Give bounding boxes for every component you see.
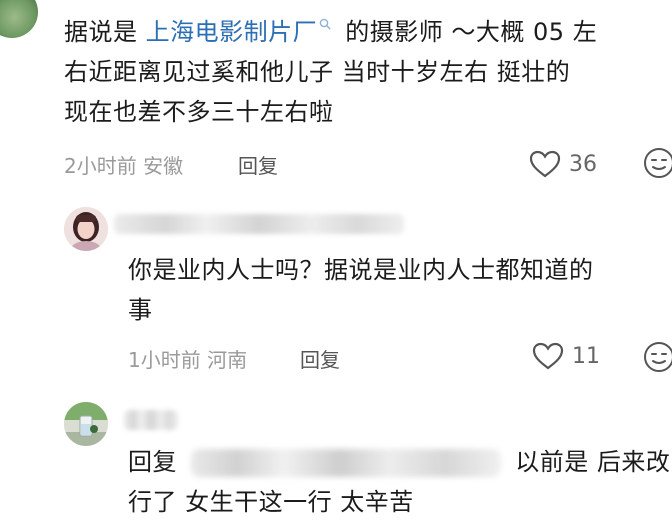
emoji-icon[interactable]: [642, 340, 672, 374]
avatar[interactable]: [0, 0, 38, 38]
avatar[interactable]: [64, 207, 108, 251]
comment-text-rest: 以前是 后来改: [515, 448, 671, 476]
comment-text-rest: 的摄影师 ～大概 05 左: [337, 18, 598, 46]
avatar-image: [64, 402, 108, 446]
emoji-icon[interactable]: [642, 146, 672, 180]
heart-icon[interactable]: [532, 342, 564, 370]
avatar-image: [64, 207, 108, 251]
user-name-blurred[interactable]: [114, 214, 404, 234]
comment-text-line: 现在也差不多三十左右啦: [64, 98, 334, 126]
reply-prefix: 回复: [128, 448, 177, 476]
reply-button[interactable]: 回复: [238, 150, 278, 179]
mention-blurred[interactable]: [191, 449, 502, 477]
comment-meta: 1小时前 河南: [128, 348, 248, 372]
comment-text-line: 事: [128, 296, 153, 324]
avatar[interactable]: [64, 402, 108, 446]
topic-link[interactable]: 上海电影制片厂: [146, 18, 318, 46]
comment-text-prefix: 据说是: [64, 18, 146, 46]
comment-text-line: 你是业内人士吗？据说是业内人士都知道的: [128, 256, 594, 284]
like-button[interactable]: 36: [529, 150, 597, 178]
comment-text-line: 右近距离见过奚和他儿子 当时十岁左右 挺壮的: [64, 58, 571, 86]
comment-text-line: 行了 女生干这一行 太辛苦: [128, 488, 414, 516]
like-count: 36: [569, 151, 597, 177]
comment-text: 你是业内人士吗？据说是业内人士都知道的 事: [128, 250, 668, 330]
comment-meta: 2小时前 安徽: [64, 154, 184, 178]
comment-text: 据说是 上海电影制片厂 的摄影师 ～大概 05 左 右近距离见过奚和他儿子 当时…: [64, 12, 664, 132]
like-button[interactable]: 11: [532, 342, 600, 370]
search-icon[interactable]: [319, 18, 331, 30]
heart-icon[interactable]: [529, 150, 561, 178]
comment-text: 回复 以前是 后来改 行了 女生干这一行 太辛苦: [128, 442, 671, 522]
reply-button[interactable]: 回复: [300, 344, 340, 373]
user-name-blurred[interactable]: [124, 410, 178, 430]
like-count: 11: [572, 343, 600, 369]
